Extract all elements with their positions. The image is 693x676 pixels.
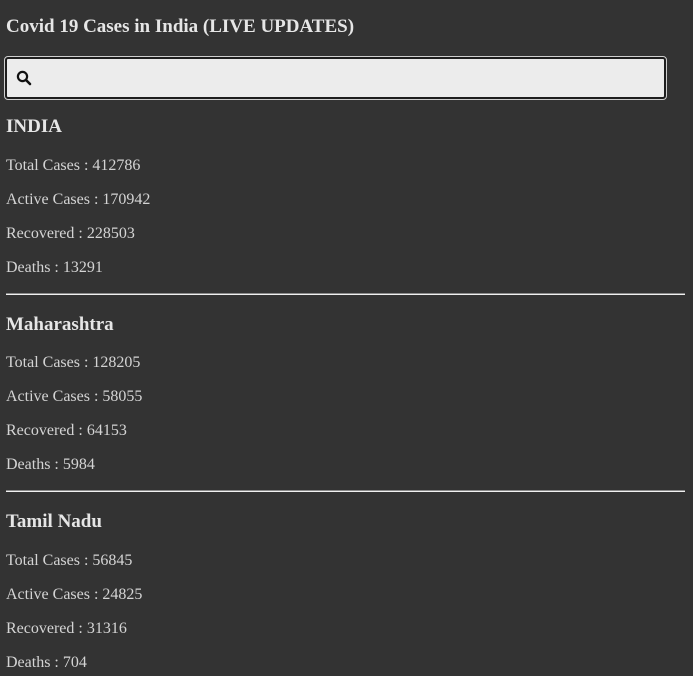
region-name: Tamil Nadu <box>6 511 102 532</box>
recovered: Recovered : 228503 <box>6 225 135 242</box>
page: Covid 19 Cases in India (LIVE UPDATES) I… <box>0 0 693 676</box>
region-name: INDIA <box>6 116 62 137</box>
total-cases: Total Cases : 412786 <box>6 157 141 174</box>
divider <box>6 490 685 492</box>
search-bar[interactable] <box>4 56 667 100</box>
region-name: Maharashtra <box>6 314 114 335</box>
deaths: Deaths : 704 <box>6 654 87 671</box>
page-title: Covid 19 Cases in India (LIVE UPDATES) <box>6 16 355 37</box>
search-input[interactable] <box>39 65 659 91</box>
active-cases: Active Cases : 24825 <box>6 586 143 603</box>
total-cases: Total Cases : 128205 <box>6 354 141 371</box>
search-icon <box>16 70 32 86</box>
deaths: Deaths : 5984 <box>6 456 95 473</box>
divider <box>6 293 685 295</box>
active-cases: Active Cases : 170942 <box>6 191 151 208</box>
recovered: Recovered : 64153 <box>6 422 127 439</box>
deaths: Deaths : 13291 <box>6 259 103 276</box>
recovered: Recovered : 31316 <box>6 620 127 637</box>
active-cases: Active Cases : 58055 <box>6 388 143 405</box>
total-cases: Total Cases : 56845 <box>6 552 133 569</box>
